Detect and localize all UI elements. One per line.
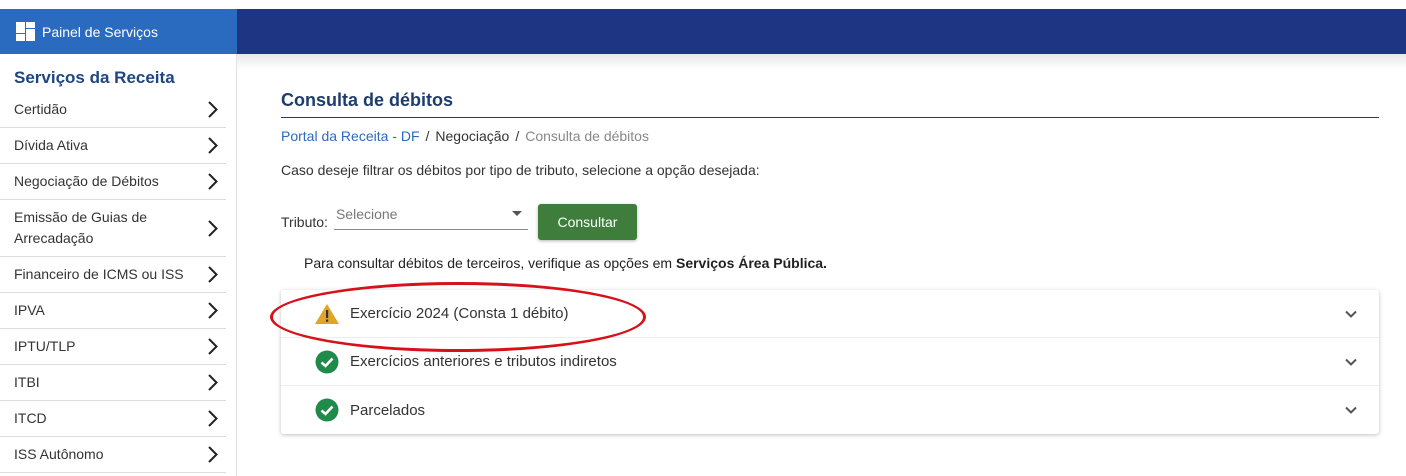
page-title: Consulta de débitos — [281, 90, 1379, 118]
breadcrumb: Portal da Receita - DF / Negociação / Co… — [281, 128, 1379, 144]
breadcrumb-current: Consulta de débitos — [525, 128, 649, 144]
sidebar-item-financeiro[interactable]: Financeiro de ICMS ou ISS — [0, 257, 226, 293]
chevron-right-icon — [200, 373, 226, 393]
sidebar-item-ipva[interactable]: IPVA — [0, 293, 226, 329]
filter-hint: Caso deseje filtrar os débitos por tipo … — [281, 162, 760, 178]
chevron-right-icon — [200, 301, 226, 321]
chevron-right-icon — [200, 218, 226, 238]
sidebar-item-label: ITCD — [14, 410, 47, 426]
sidebar-item-label: Certidão — [14, 101, 67, 117]
chevron-right-icon — [200, 409, 226, 429]
chevron-down-icon — [1345, 406, 1357, 414]
sidebar-item-emissao-guias[interactable]: Emissão de Guias de Arrecadação — [0, 200, 226, 257]
note-text: Para consultar débitos de terceiros, ver… — [304, 255, 676, 271]
chevron-right-icon — [200, 265, 226, 285]
chevron-right-icon — [200, 445, 226, 465]
debts-accordion: Exercício 2024 (Consta 1 débito) Exercíc… — [281, 290, 1379, 434]
accordion-item-exercicios-anteriores[interactable]: Exercícios anteriores e tributos indiret… — [281, 338, 1379, 386]
sidebar-item-divida-ativa[interactable]: Dívida Ativa — [0, 128, 226, 164]
services-panel-button[interactable]: Painel de Serviços — [0, 9, 237, 54]
sidebar-item-label: Financeiro de ICMS ou ISS — [14, 266, 184, 282]
chevron-right-icon — [200, 100, 226, 120]
warning-icon — [314, 302, 340, 326]
grid-icon — [16, 22, 35, 41]
chevron-right-icon — [200, 136, 226, 156]
sidebar-item-itcd[interactable]: ITCD — [0, 401, 226, 437]
sidebar-item-label: ITBI — [14, 374, 40, 390]
caret-down-icon — [511, 211, 522, 216]
breadcrumb-parent[interactable]: Negociação — [435, 128, 509, 144]
sidebar: Serviços da Receita Certidão Dívida Ativ… — [0, 54, 237, 476]
sidebar-item-label: Emissão de Guias de Arrecadação — [14, 209, 148, 246]
tributo-label: Tributo: — [281, 214, 328, 230]
accordion-item-label: Parcelados — [350, 401, 426, 419]
chevron-right-icon — [200, 172, 226, 192]
sidebar-item-label: IPTU/TLP — [14, 338, 76, 354]
sidebar-item-iss-autonomo[interactable]: ISS Autônomo — [0, 437, 226, 473]
accordion-item-exercicio-2024[interactable]: Exercício 2024 (Consta 1 débito) — [281, 290, 1379, 338]
accordion-item-label: Exercício 2024 (Consta 1 débito) — [350, 305, 569, 322]
sidebar-item-negociacao[interactable]: Negociação de Débitos — [0, 164, 226, 200]
chevron-right-icon — [200, 337, 226, 357]
breadcrumb-root-link[interactable]: Portal da Receita - DF — [281, 128, 420, 144]
tributo-select-placeholder: Selecione — [335, 205, 398, 222]
sidebar-item-iptu-tlp[interactable]: IPTU/TLP — [0, 329, 226, 365]
check-circle-icon — [314, 350, 340, 374]
sidebar-item-label: Negociação de Débitos — [14, 173, 159, 189]
consultar-button[interactable]: Consultar — [537, 204, 637, 240]
main-content: Consulta de débitos Portal da Receita - … — [281, 54, 1379, 434]
sidebar-title: Serviços da Receita — [14, 68, 175, 87]
brand-label: Painel de Serviços — [42, 23, 158, 40]
accordion-item-parcelados[interactable]: Parcelados — [281, 386, 1379, 434]
check-circle-icon — [314, 398, 340, 422]
filter-row: Tributo: Selecione Consultar — [281, 204, 1379, 240]
sidebar-item-label: ISS Autônomo — [14, 446, 104, 462]
accordion-item-label: Exercícios anteriores e tributos indiret… — [350, 353, 617, 370]
top-strip — [0, 0, 1406, 9]
sidebar-item-certidao[interactable]: Certidão — [0, 92, 226, 128]
third-party-note: Para consultar débitos de terceiros, ver… — [304, 255, 1379, 271]
public-area-services-link[interactable]: Serviços Área Pública. — [676, 255, 827, 271]
tributo-select[interactable]: Selecione — [333, 202, 528, 230]
breadcrumb-separator: / — [425, 128, 430, 144]
sidebar-item-label: IPVA — [14, 302, 45, 318]
chevron-down-icon — [1345, 358, 1357, 366]
sidebar-item-label: Dívida Ativa — [14, 137, 88, 153]
breadcrumb-separator: / — [515, 128, 520, 144]
sidebar-item-itbi[interactable]: ITBI — [0, 365, 226, 401]
chevron-down-icon — [1345, 310, 1357, 318]
